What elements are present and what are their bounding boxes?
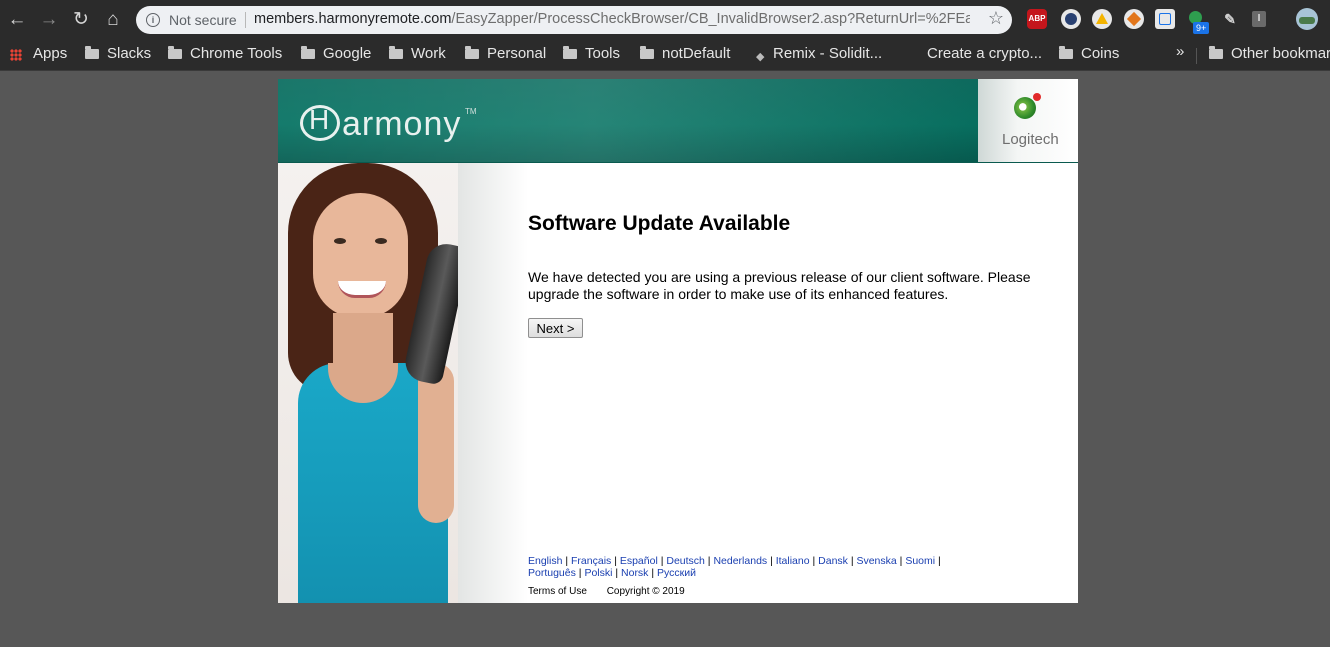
update-message: We have detected you are using a previou… xyxy=(528,269,1031,302)
language-link-norsk[interactable]: Norsk xyxy=(621,567,648,579)
bookmark-label: Other bookmarks xyxy=(1231,45,1330,62)
browser-toolbar: ← → ↻ ⌂ i Not secure members.harmonyremo… xyxy=(0,0,1330,40)
fedora-icon[interactable] xyxy=(1061,9,1081,29)
bookmarks-divider xyxy=(1196,48,1197,64)
bookmark-label: Personal xyxy=(487,45,547,62)
folder-icon xyxy=(168,46,182,59)
page-container: armony TM Logitech Software Update Avail… xyxy=(278,79,1078,603)
language-link-dansk[interactable]: Dansk xyxy=(818,555,848,567)
bookmark-label: Work xyxy=(411,45,446,62)
language-link-polski[interactable]: Polski xyxy=(584,567,612,579)
next-button[interactable]: Next > xyxy=(528,318,583,338)
bookmark-label: Chrome Tools xyxy=(190,45,283,62)
language-link-suomi[interactable]: Suomi xyxy=(905,555,935,567)
pencil-icon[interactable]: ✎ xyxy=(1220,9,1240,29)
bookmark-label: Remix - Solidit... xyxy=(773,45,883,62)
harmony-logo-text: armony xyxy=(342,105,462,143)
bookmark-folder-tools[interactable]: Tools xyxy=(563,43,625,65)
security-label[interactable]: Not secure xyxy=(169,12,237,28)
bookmark-label: Create a crypto... xyxy=(927,45,1043,62)
bookmark-folder-other[interactable]: Other bookmarks xyxy=(1209,43,1330,65)
bookmarks-overflow-icon[interactable]: » xyxy=(1176,43,1184,60)
reload-icon[interactable]: ↻ xyxy=(67,6,95,34)
logitech-logo-text: Logitech xyxy=(1002,131,1059,148)
bookmark-label: notDefault xyxy=(662,45,731,62)
bookmark-folder-google[interactable]: Google xyxy=(301,43,376,65)
bookmark-label: Tools xyxy=(585,45,621,62)
language-link-nederlands[interactable]: Nederlands xyxy=(713,555,767,567)
folder-icon xyxy=(563,46,577,59)
harmony-h-icon xyxy=(300,104,340,141)
page-title: Software Update Available xyxy=(528,212,791,235)
page-footer: Terms of Use Copyright © 2019 xyxy=(528,586,685,597)
language-links: English | Français | Español | Deutsch |… xyxy=(528,555,941,579)
bookmark-label: Google xyxy=(323,45,372,62)
language-link-deutsch[interactable]: Deutsch xyxy=(666,555,705,567)
url-path: /EasyZapper/ProcessCheckBrowser/CB_Inval… xyxy=(451,11,970,27)
bookmarks-bar: Apps Slacks Chrome Tools Google Work Per… xyxy=(0,40,1330,71)
ethereum-icon: ◆ xyxy=(756,51,765,63)
apps-grid-icon xyxy=(10,49,22,61)
bookmark-link-create-crypto[interactable]: Create a crypto... xyxy=(905,43,1045,65)
bookmark-link-remix[interactable]: ◆ Remix - Solidit... xyxy=(751,43,886,65)
terms-of-use-link[interactable]: Terms of Use xyxy=(528,586,587,597)
bookmark-folder-work[interactable]: Work xyxy=(389,43,451,65)
folder-icon xyxy=(1059,46,1073,59)
logitech-eye-icon xyxy=(1014,97,1036,119)
extension-badge: 9+ xyxy=(1193,22,1210,34)
bookmark-label: Slacks xyxy=(107,45,152,62)
bookmark-folder-slacks[interactable]: Slacks xyxy=(85,43,155,65)
tab-manager-icon[interactable] xyxy=(1155,9,1175,29)
adblock-plus-icon[interactable]: ABP xyxy=(1027,9,1047,29)
bookmark-star-icon[interactable]: ☆ xyxy=(988,8,1004,29)
language-link-espanol[interactable]: Español xyxy=(620,555,658,567)
language-link-svenska[interactable]: Svenska xyxy=(856,555,896,567)
folder-icon xyxy=(85,46,99,59)
photo-fade xyxy=(458,163,528,603)
language-link-portugues[interactable]: Português xyxy=(528,567,576,579)
bookmark-apps[interactable]: Apps xyxy=(0,43,70,65)
url-text[interactable]: members.harmonyremote.com/EasyZapper/Pro… xyxy=(254,11,970,27)
bookmark-folder-personal[interactable]: Personal xyxy=(465,43,550,65)
bookmark-folder-notdefault[interactable]: notDefault xyxy=(640,43,738,65)
profile-avatar-icon[interactable] xyxy=(1296,8,1318,30)
back-arrow-icon[interactable]: ← xyxy=(3,6,31,34)
trademark-mark: TM xyxy=(465,107,477,116)
folder-icon xyxy=(301,46,315,59)
metamask-icon[interactable] xyxy=(1124,9,1144,29)
reader-icon[interactable]: I xyxy=(1252,11,1266,27)
address-divider xyxy=(245,12,246,28)
language-link-english[interactable]: English xyxy=(528,555,562,567)
google-drive-icon[interactable] xyxy=(1092,9,1112,29)
photo-eye xyxy=(375,238,387,244)
woman-with-remote-photo xyxy=(278,163,471,603)
harmony-logo: armony xyxy=(300,104,462,144)
bookmark-folder-chrome-tools[interactable]: Chrome Tools xyxy=(168,43,288,65)
bookmark-label: Coins xyxy=(1081,45,1120,62)
info-icon[interactable]: i xyxy=(146,13,160,27)
language-link-russian[interactable]: Русский xyxy=(657,567,696,579)
folder-icon xyxy=(640,46,654,59)
folder-icon xyxy=(389,46,403,59)
bookmark-folder-coins[interactable]: Coins xyxy=(1059,43,1127,65)
home-icon[interactable]: ⌂ xyxy=(99,6,127,34)
photo-hand xyxy=(418,363,454,523)
photo-eye xyxy=(334,238,346,244)
bookmark-label: Apps xyxy=(33,45,68,62)
url-host: members.harmonyremote.com xyxy=(254,11,452,27)
page-header: armony TM Logitech xyxy=(278,79,1078,163)
folder-icon xyxy=(465,46,479,59)
forward-arrow-icon[interactable]: → xyxy=(35,6,63,34)
photo-face xyxy=(313,193,408,318)
logitech-dot-icon xyxy=(1033,93,1041,101)
logitech-panel: Logitech xyxy=(978,79,1078,162)
language-link-italiano[interactable]: Italiano xyxy=(776,555,810,567)
address-bar[interactable]: i Not secure members.harmonyremote.com/E… xyxy=(136,6,1012,34)
folder-icon xyxy=(1209,46,1223,59)
copyright-text: Copyright © 2019 xyxy=(606,586,685,597)
language-link-francais[interactable]: Français xyxy=(571,555,611,567)
